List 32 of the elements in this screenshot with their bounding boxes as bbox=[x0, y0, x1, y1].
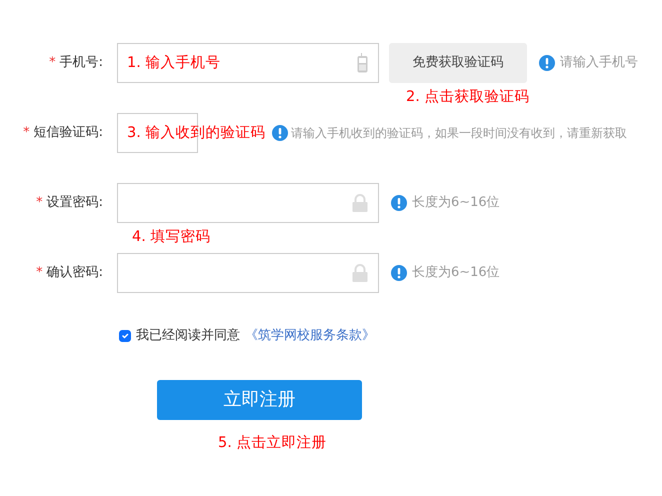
field-label: 短信验证码: bbox=[34, 124, 103, 142]
password-field[interactable] bbox=[117, 253, 379, 293]
terms-link[interactable]: 《筑学网校服务条款》 bbox=[245, 326, 375, 346]
required-mark: * bbox=[23, 124, 30, 142]
step-annotation: 4. 填写密码 bbox=[132, 228, 210, 248]
password-field[interactable] bbox=[117, 183, 379, 223]
info-icon bbox=[272, 125, 288, 141]
field-label: 手机号: bbox=[60, 54, 103, 72]
hint-text: 请输入手机收到的验证码，如果一段时间没有收到，请重新获取 bbox=[291, 125, 627, 142]
phone-field[interactable] bbox=[117, 43, 379, 83]
hint-text: 长度为6~16位 bbox=[412, 264, 500, 282]
info-icon bbox=[539, 55, 555, 71]
register-button[interactable]: 立即注册 bbox=[157, 380, 362, 420]
step-annotation: 3. 输入收到的验证码 bbox=[127, 124, 266, 143]
required-mark: * bbox=[36, 264, 43, 282]
field-label: 确认密码: bbox=[46, 264, 103, 282]
step-annotation: 2. 点击获取验证码 bbox=[406, 88, 530, 108]
hint-text: 请输入手机号 bbox=[560, 54, 638, 72]
info-icon bbox=[391, 195, 407, 211]
step-annotation: 1. 输入手机号 bbox=[127, 54, 220, 73]
field-label: 设置密码: bbox=[46, 194, 103, 212]
get-code-button[interactable]: 免费获取验证码 bbox=[389, 43, 527, 83]
info-icon bbox=[391, 265, 407, 281]
agreement-text: 我已经阅读并同意 bbox=[136, 327, 240, 345]
lock-icon bbox=[352, 264, 368, 282]
step-annotation: 5. 点击立即注册 bbox=[218, 434, 326, 452]
required-mark: * bbox=[49, 54, 56, 72]
lock-icon bbox=[352, 194, 368, 212]
required-mark: * bbox=[36, 194, 43, 212]
phone-icon bbox=[357, 53, 368, 73]
agree-checkbox[interactable] bbox=[119, 330, 131, 342]
hint-text: 长度为6~16位 bbox=[412, 194, 500, 212]
